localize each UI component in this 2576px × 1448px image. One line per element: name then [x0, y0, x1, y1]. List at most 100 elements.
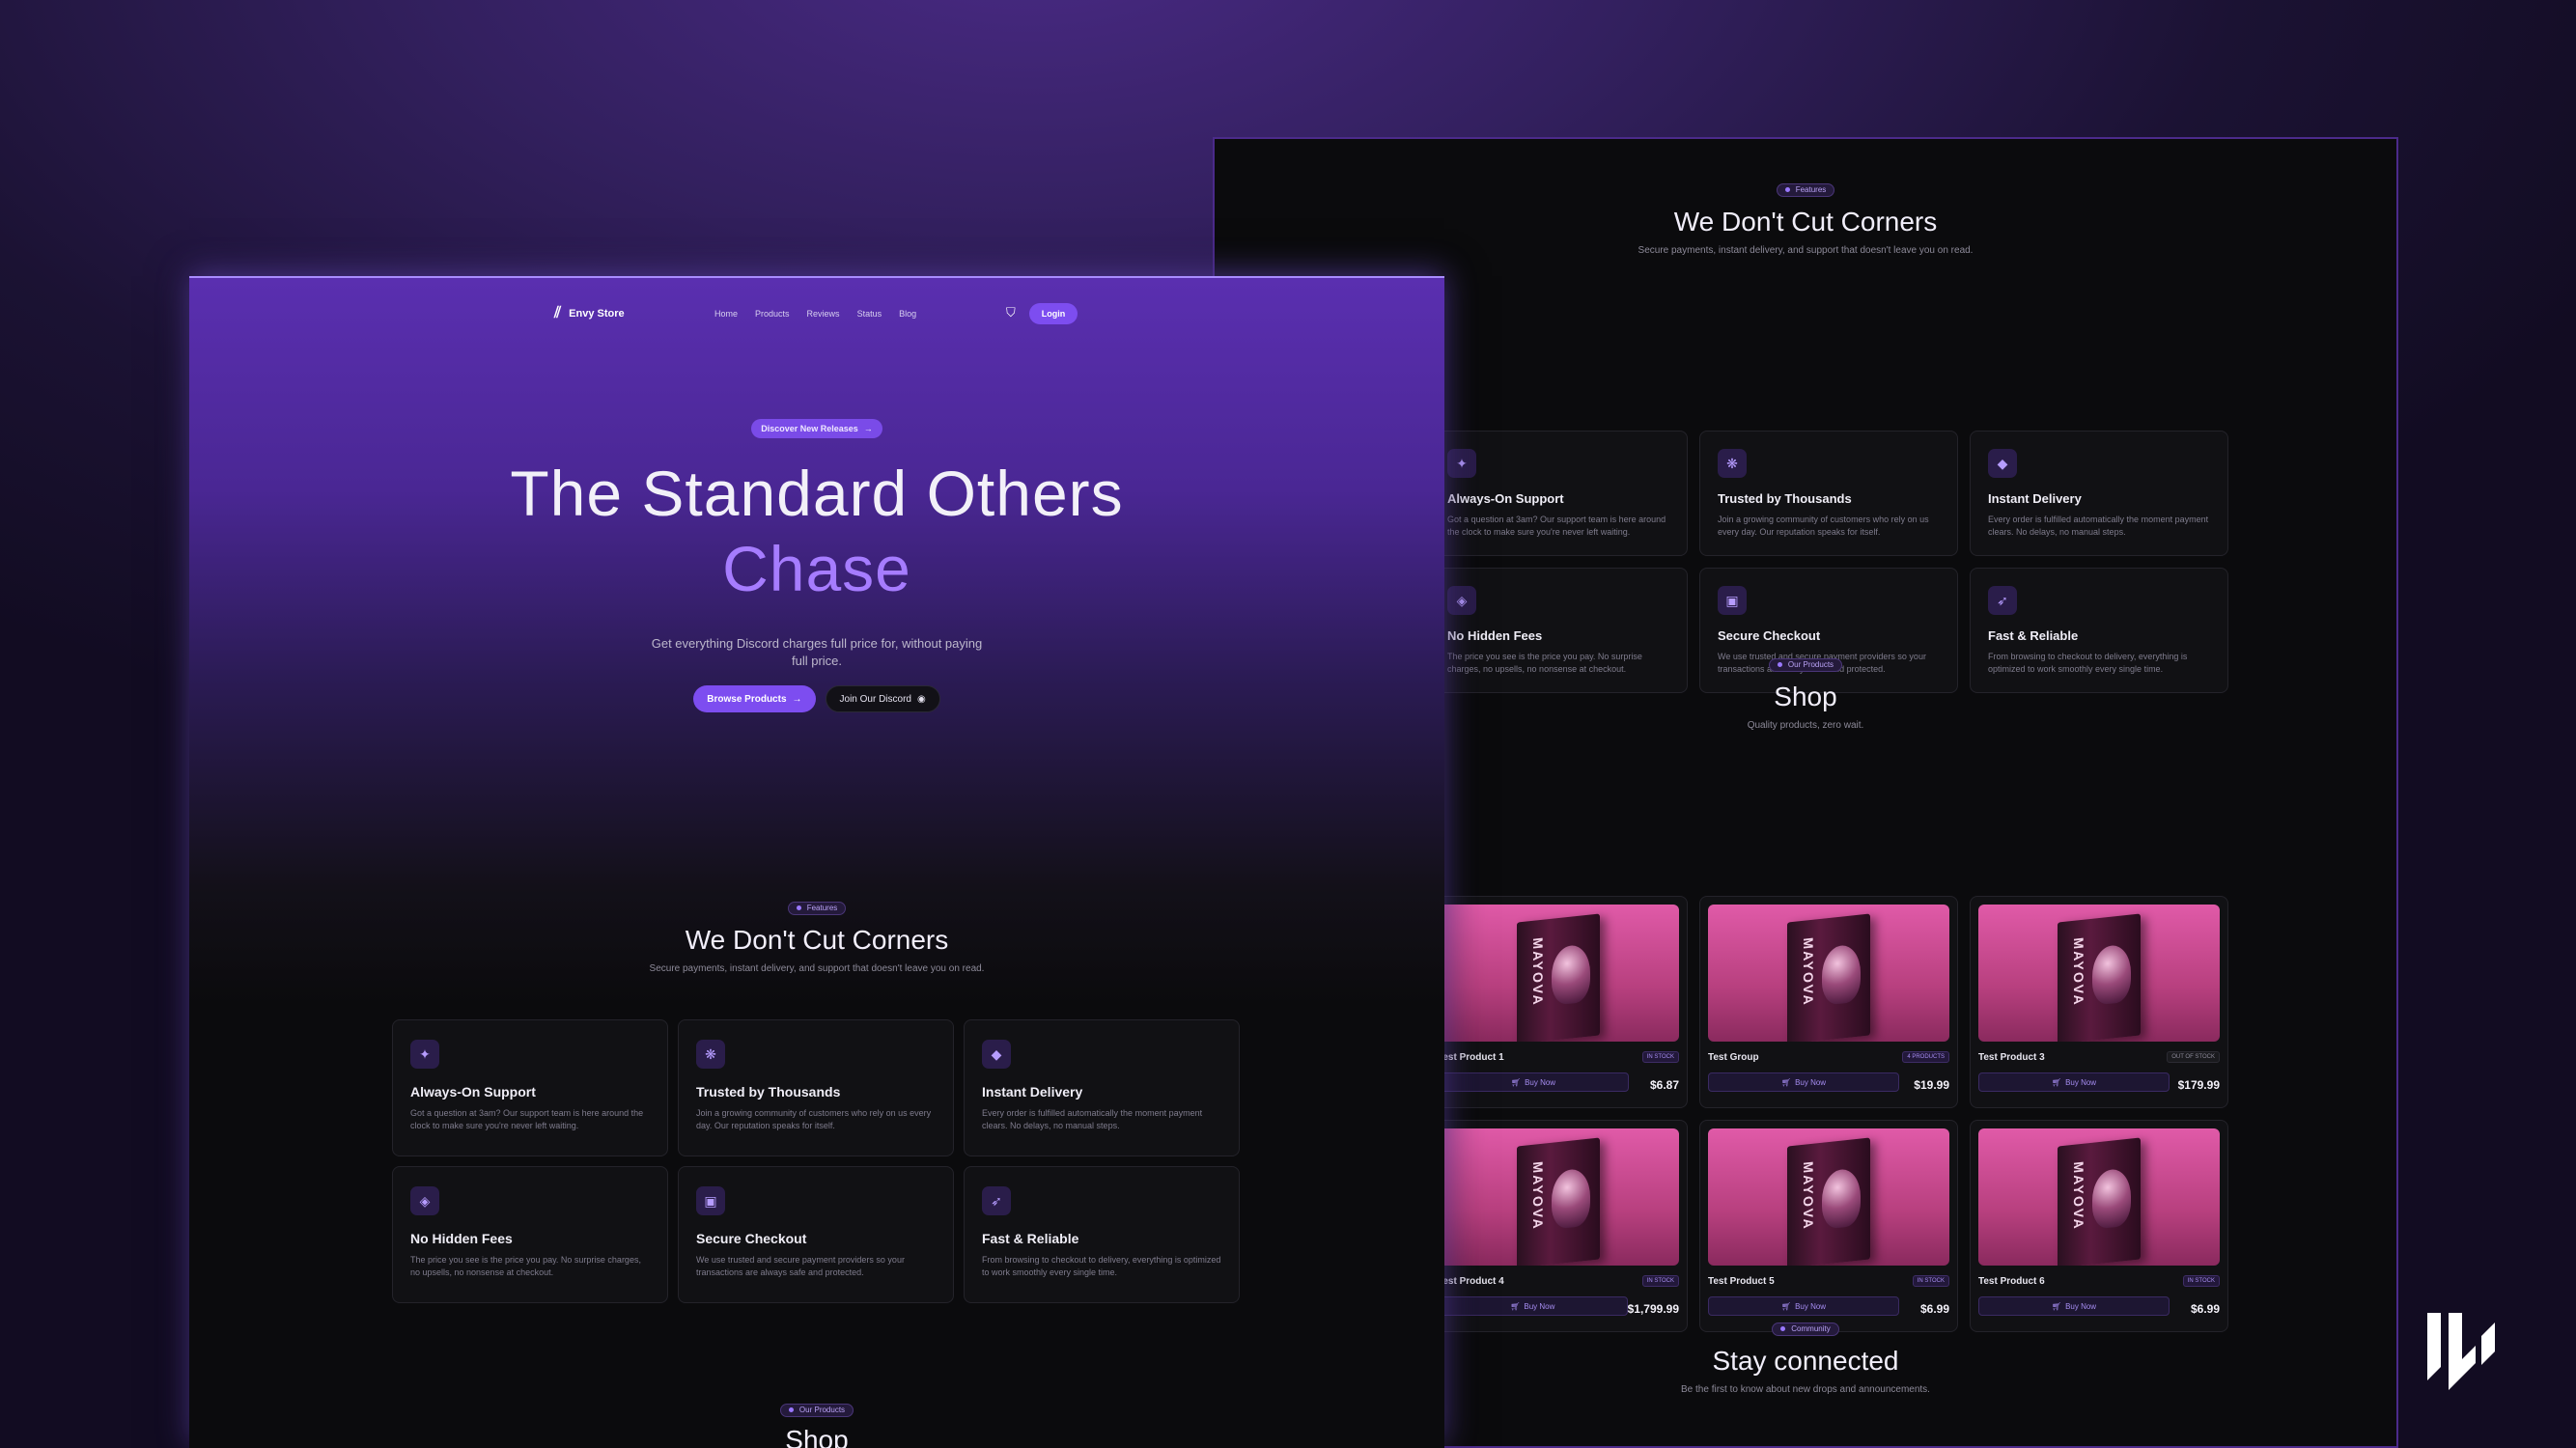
shop-pill: Our Products: [1768, 657, 1843, 672]
feature-desc: Join a growing community of customers wh…: [696, 1108, 932, 1130]
product-image: MAYOVA: [1438, 905, 1679, 1042]
features-subtitle: Secure payments, instant delivery, and s…: [649, 963, 985, 974]
community-pill: Community: [1772, 1322, 1839, 1336]
product-card[interactable]: MAYOVA Test Product 4 IN STOCK 🛒︎ Buy Now $…: [1429, 1120, 1688, 1332]
product-image: MAYOVA: [1708, 1128, 1949, 1266]
stock-badge: OUT OF STOCK: [2167, 1051, 2220, 1063]
product-price: $6.99: [2190, 1302, 2220, 1316]
product-card[interactable]: MAYOVA Test Product 3 OUT OF STOCK 🛒︎ Buy …: [1970, 896, 2228, 1108]
stock-badge: IN STOCK: [1641, 1275, 1679, 1287]
features-section-back: Features We Don't Cut Corners Secure pay…: [1215, 180, 2396, 256]
stock-badge: IN STOCK: [1912, 1275, 1949, 1287]
features-pill: Features: [1776, 182, 1835, 197]
arrow-right-icon: →: [863, 424, 873, 433]
product-price: $1,799.99: [1627, 1302, 1679, 1316]
headset-icon: ✦: [1447, 449, 1476, 478]
feature-desc: Got a question at 3am? Our support team …: [1447, 515, 1666, 537]
hero-ctas: Browse Products → Join Our Discord ◉: [189, 685, 1444, 712]
product-image: MAYOVA: [1978, 1128, 2220, 1266]
product-price: $6.99: [1919, 1302, 1949, 1316]
product-image: MAYOVA: [1708, 905, 1949, 1042]
feature-card: ❋ Trusted by Thousands Join a growing co…: [678, 1019, 954, 1156]
product-card[interactable]: MAYOVA Test Group 4 PRODUCTS 🛒︎ Buy Now $19…: [1699, 896, 1958, 1108]
feature-desc: Every order is fulfilled automatically t…: [982, 1108, 1203, 1130]
buy-now-button[interactable]: 🛒︎ Buy Now: [1708, 1072, 1899, 1092]
cart-icon: 🛒︎: [1780, 1301, 1792, 1311]
feature-desc: Join a growing community of customers wh…: [1718, 515, 1929, 537]
hero-badge[interactable]: Discover New Releases →: [751, 419, 882, 438]
features-title: We Don't Cut Corners: [1673, 207, 1938, 237]
shop-section: Our Products Shop: [189, 1400, 1444, 1448]
feature-card: ❋ Trusted by Thousands Join a growing co…: [1699, 431, 1958, 556]
product-card[interactable]: MAYOVA Test Product 5 IN STOCK 🛒︎ Buy Now $…: [1699, 1120, 1958, 1332]
buy-now-button[interactable]: 🛒︎ Buy Now: [1978, 1296, 2170, 1316]
cart-icon: 🛒︎: [2051, 1077, 2062, 1087]
product-image: MAYOVA: [1978, 905, 2220, 1042]
cart-icon: 🛒︎: [1510, 1301, 1521, 1311]
feature-desc: The price you see is the price you pay. …: [410, 1255, 641, 1277]
cart-icon: 🛒︎: [1780, 1077, 1792, 1087]
feature-title: Fast & Reliable: [1988, 628, 2079, 643]
features-pill: Features: [787, 901, 847, 915]
feature-title: Trusted by Thousands: [1718, 491, 1852, 506]
arrow-right-icon: →: [792, 693, 802, 705]
headset-icon: ✦: [410, 1040, 439, 1069]
rocket-icon: ➶: [1988, 586, 2017, 615]
product-name: Test Product 4: [1438, 1275, 1504, 1287]
brand-logo-icon: ⫽: [554, 305, 562, 321]
product-image: MAYOVA: [1438, 1128, 1679, 1266]
buy-now-button[interactable]: 🛒︎ Buy Now: [1708, 1296, 1899, 1316]
tag-icon: ◈: [410, 1186, 439, 1215]
buy-now-button[interactable]: 🛒︎ Buy Now: [1438, 1072, 1629, 1092]
product-price: $19.99: [1914, 1078, 1949, 1092]
feature-card: ✦ Always-On Support Got a question at 3a…: [392, 1019, 668, 1156]
product-name: Test Product 3: [1978, 1051, 2045, 1063]
login-button[interactable]: Login: [1029, 303, 1078, 324]
hero-accent: Chase: [722, 533, 911, 604]
buy-now-button[interactable]: 🛒︎ Buy Now: [1978, 1072, 2170, 1092]
feature-desc: From browsing to checkout to delivery, e…: [982, 1255, 1221, 1277]
feature-desc: Got a question at 3am? Our support team …: [410, 1108, 644, 1130]
cart-icon[interactable]: ⛉: [1006, 305, 1016, 320]
nav-link-home[interactable]: Home: [714, 309, 738, 319]
feature-desc: Every order is fulfilled automatically t…: [1988, 515, 2209, 537]
shop-pill: Our Products: [779, 1403, 854, 1417]
nav-link-status[interactable]: Status: [857, 309, 882, 319]
users-icon: ❋: [1718, 449, 1747, 478]
stock-badge: IN STOCK: [2182, 1275, 2220, 1287]
hero-title: The Standard Others: [510, 458, 1124, 529]
feature-card: ▣ Secure Checkout We use trusted and sec…: [678, 1166, 954, 1303]
brand[interactable]: ⫽ Envy Store: [554, 305, 625, 322]
studio-logo-icon: [2427, 1313, 2495, 1390]
product-name: Test Product 6: [1978, 1275, 2045, 1287]
buy-now-button[interactable]: 🛒︎ Buy Now: [1438, 1296, 1628, 1316]
hero-section: Discover New Releases → The Standard Othe…: [189, 419, 1444, 712]
product-name: Test Product 5: [1708, 1275, 1775, 1287]
features-section: Features We Don't Cut Corners Secure pay…: [189, 898, 1444, 974]
feature-title: Always-On Support: [1447, 491, 1564, 506]
product-name: Test Group: [1708, 1051, 1759, 1063]
lock-icon: ▣: [696, 1186, 725, 1215]
discord-icon: ◉: [916, 693, 926, 705]
nav-link-reviews[interactable]: Reviews: [807, 309, 840, 319]
feature-card: ◈ No Hidden Fees The price you see is th…: [392, 1166, 668, 1303]
hero-description: Get everything Discord charges full pric…: [651, 636, 983, 668]
stock-badge: IN STOCK: [1641, 1051, 1679, 1063]
browse-products-button[interactable]: Browse Products →: [693, 685, 816, 712]
product-card[interactable]: MAYOVA Test Product 1 IN STOCK 🛒︎ Buy Now $…: [1429, 896, 1688, 1108]
cart-icon: 🛒︎: [2051, 1301, 2062, 1311]
front-page-preview: ⫽ Envy Store Home Products Reviews Statu…: [189, 276, 1444, 1448]
feature-title: No Hidden Fees: [1447, 628, 1543, 643]
features-subtitle: Secure payments, instant delivery, and s…: [1638, 245, 1974, 256]
features-grid: ✦ Always-On Support Got a question at 3a…: [392, 1019, 1240, 1303]
product-card[interactable]: MAYOVA Test Product 6 IN STOCK 🛒︎ Buy Now $…: [1970, 1120, 2228, 1332]
nav-link-blog[interactable]: Blog: [899, 309, 916, 319]
feature-title: Instant Delivery: [982, 1084, 1083, 1100]
feature-title: Instant Delivery: [1988, 491, 2082, 506]
tag-icon: ◈: [1447, 586, 1476, 615]
nav-link-products[interactable]: Products: [755, 309, 790, 319]
join-discord-button[interactable]: Join Our Discord ◉: [825, 685, 940, 712]
bolt-icon: ◆: [982, 1040, 1011, 1069]
feature-card: ◆ Instant Delivery Every order is fulfil…: [1970, 431, 2228, 556]
lock-icon: ▣: [1718, 586, 1747, 615]
